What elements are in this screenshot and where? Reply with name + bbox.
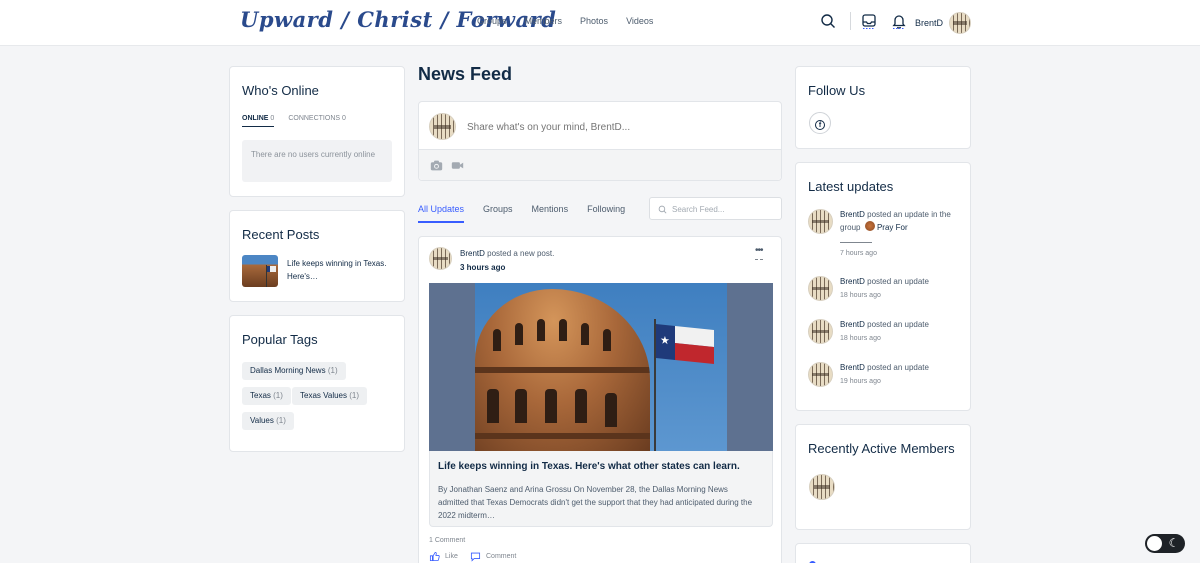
link-preview-description: By Jonathan Saenz and Arina Grossu On No…: [438, 485, 753, 520]
no-users-message: There are no users currently online: [242, 140, 392, 182]
update-author[interactable]: BrentD: [840, 210, 865, 219]
update-group-link[interactable]: Pray For: [877, 223, 908, 232]
nav-videos[interactable]: Videos: [626, 16, 653, 26]
post-composer: [418, 101, 782, 181]
tab-mentions[interactable]: Mentions: [532, 204, 569, 223]
post-author-name[interactable]: BrentD: [460, 249, 485, 258]
update-time[interactable]: 7 hours ago: [840, 250, 877, 257]
nav-members[interactable]: Members: [525, 16, 563, 26]
user-name[interactable]: BrentD: [915, 18, 943, 28]
bell-icon[interactable]: [891, 13, 907, 29]
link-preview-title[interactable]: Life keeps winning in Texas. Here's what…: [438, 461, 740, 472]
follow-us-widget: Follow Us f: [795, 66, 971, 149]
latest-updates-widget: Latest updates BrentD posted an update i…: [795, 162, 971, 411]
inbox-icon[interactable]: [861, 13, 877, 29]
update-time[interactable]: 18 hours ago: [840, 292, 881, 299]
toggle-knob: [1147, 536, 1162, 551]
header-actions: [820, 12, 921, 30]
member-avatar[interactable]: [809, 474, 835, 500]
update-time[interactable]: 18 hours ago: [840, 335, 881, 342]
post-header-text: BrentD posted a new post.: [460, 249, 554, 258]
search-icon[interactable]: [820, 13, 836, 29]
widget-title: Recent Posts: [242, 227, 320, 242]
update-avatar[interactable]: [808, 209, 833, 234]
update-avatar[interactable]: [808, 276, 833, 301]
page-title: News Feed: [418, 64, 513, 84]
main-nav: Groups Members Photos Videos: [477, 16, 671, 26]
recent-posts-widget: Recent Posts Life keeps winning in Texas…: [229, 210, 405, 302]
online-tabs: ONLINE 0 CONNECTIONS 0: [242, 115, 346, 127]
widget-title: Latest updates: [808, 179, 894, 194]
search-feed-input[interactable]: [672, 202, 772, 216]
tab-connections[interactable]: CONNECTIONS 0: [288, 115, 346, 127]
next-widget: [795, 543, 971, 563]
tab-following[interactable]: Following: [587, 204, 625, 223]
video-icon[interactable]: [451, 159, 464, 172]
tab-groups[interactable]: Groups: [483, 204, 513, 223]
nav-photos[interactable]: Photos: [580, 16, 608, 26]
moon-icon: ☾: [1168, 536, 1180, 550]
search-icon: [658, 205, 667, 214]
tab-all-updates[interactable]: All Updates: [418, 204, 465, 223]
like-button[interactable]: Like: [429, 551, 458, 562]
composer-avatar: [429, 113, 456, 140]
comments-count[interactable]: 1 Comment: [429, 537, 465, 544]
update-author[interactable]: BrentD: [840, 363, 865, 372]
whos-online-widget: Who's Online ONLINE 0 CONNECTIONS 0 Ther…: [229, 66, 405, 197]
tag-texas-values[interactable]: Texas Values (1): [292, 387, 368, 405]
feed-tabs: All Updates Groups Mentions Following: [418, 204, 644, 223]
user-avatar[interactable]: [949, 12, 971, 34]
tag-dallas-morning-news[interactable]: Dallas Morning News (1): [242, 362, 346, 380]
dark-mode-toggle[interactable]: ☾: [1145, 534, 1185, 553]
update-author[interactable]: BrentD: [840, 277, 865, 286]
update-author[interactable]: BrentD: [840, 320, 865, 329]
post-author-avatar[interactable]: [429, 247, 452, 270]
nav-groups[interactable]: Groups: [477, 16, 507, 26]
search-feed-box: [649, 197, 782, 220]
widget-title: Follow Us: [808, 83, 866, 98]
update-avatar[interactable]: [808, 319, 833, 344]
comment-button[interactable]: Comment: [470, 551, 516, 562]
group-avatar-icon: [864, 221, 875, 231]
thumbs-up-icon: [429, 551, 440, 562]
post-image[interactable]: ★: [429, 283, 773, 451]
recent-post-thumbnail[interactable]: [242, 255, 278, 287]
tab-online[interactable]: ONLINE 0: [242, 115, 275, 127]
widget-title: Popular Tags: [242, 332, 318, 347]
recently-active-members-widget: Recently Active Members: [795, 424, 971, 530]
camera-icon[interactable]: [430, 159, 443, 172]
update-time[interactable]: 19 hours ago: [840, 378, 881, 385]
composer-input[interactable]: [467, 119, 767, 135]
post-more-menu[interactable]: •••: [755, 245, 763, 260]
widget-title: Recently Active Members: [808, 441, 955, 456]
update-avatar[interactable]: [808, 362, 833, 387]
post-action-text: posted a new post.: [487, 249, 555, 258]
texas-flag: ★: [656, 323, 714, 365]
comment-icon: [470, 552, 481, 562]
top-bar: Upward / Christ / Forward Groups Members…: [0, 0, 1200, 46]
facebook-icon[interactable]: f: [809, 112, 831, 134]
popular-tags-widget: Popular Tags Dallas Morning News (1) Tex…: [229, 315, 405, 452]
widget-title: Who's Online: [242, 83, 319, 98]
header-divider: [850, 12, 851, 30]
post-time[interactable]: 3 hours ago: [460, 263, 505, 272]
link-preview[interactable]: Life keeps winning in Texas. Here's what…: [429, 451, 773, 527]
activity-post: BrentD posted a new post. 3 hours ago ••…: [418, 236, 782, 563]
composer-toolbar: [419, 149, 781, 180]
tag-values[interactable]: Values (1): [242, 412, 294, 430]
recent-post-title[interactable]: Life keeps winning in Texas. Here's…: [287, 257, 397, 283]
tag-texas[interactable]: Texas (1): [242, 387, 291, 405]
